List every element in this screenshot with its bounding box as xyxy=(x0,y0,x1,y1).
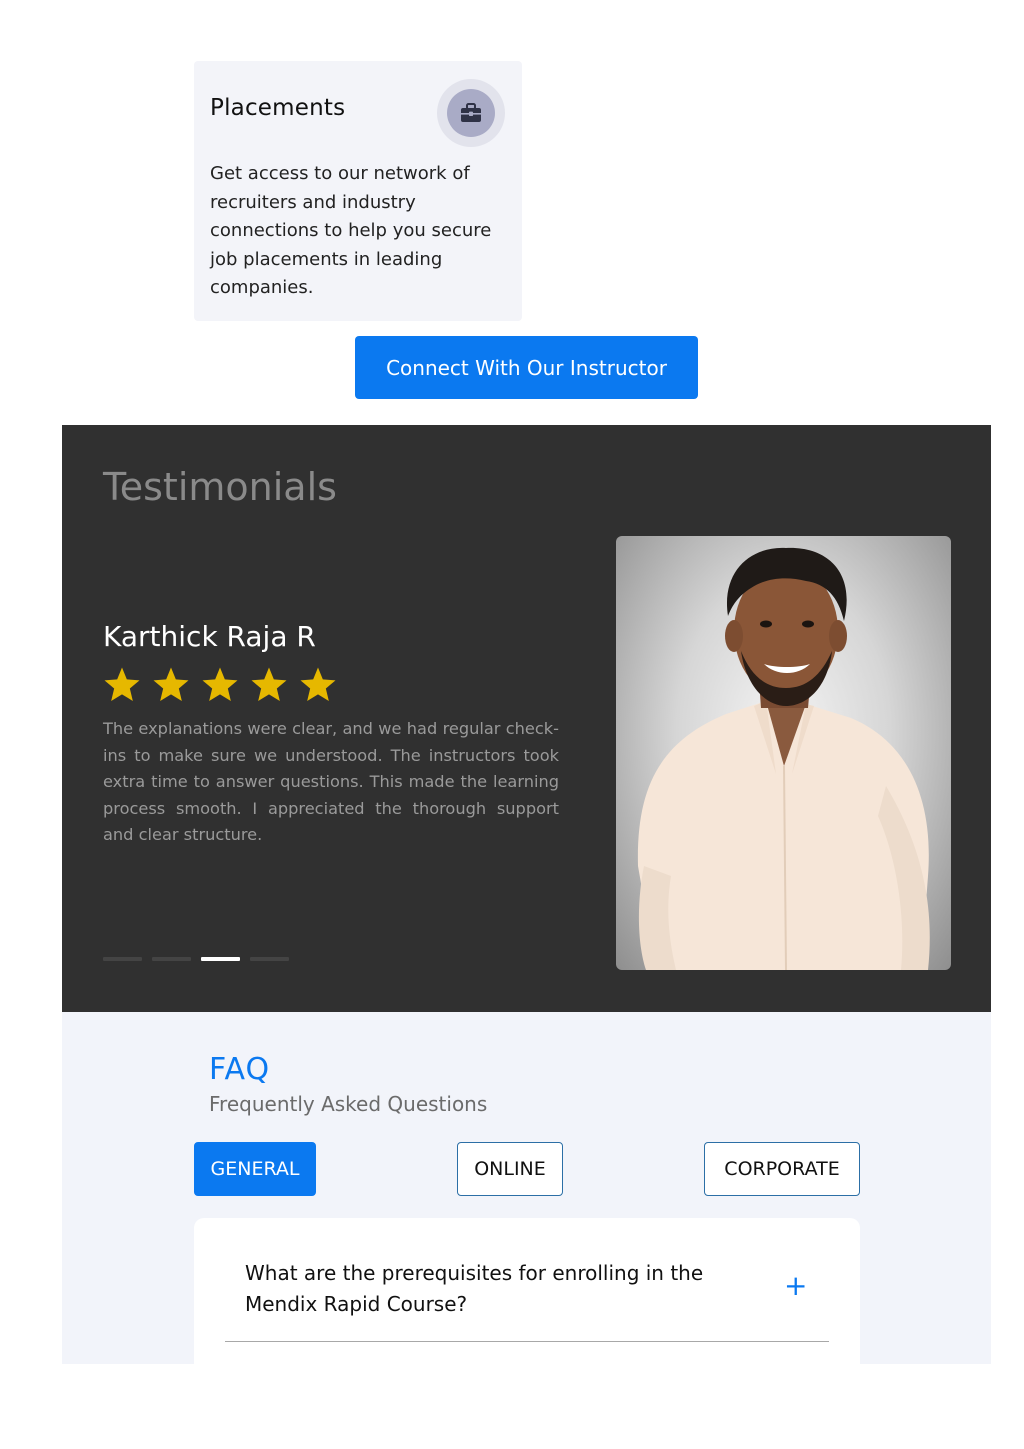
star-icon xyxy=(251,667,287,701)
star-icon xyxy=(300,667,336,701)
carousel-dot[interactable] xyxy=(250,957,289,961)
testimonials-heading: Testimonials xyxy=(103,465,337,509)
faq-subtitle: Frequently Asked Questions xyxy=(209,1092,488,1116)
reviewer-name: Karthick Raja R xyxy=(103,620,316,653)
faq-title: FAQ xyxy=(209,1052,271,1087)
tab-general[interactable]: GENERAL xyxy=(194,1142,316,1196)
faq-item[interactable]: What are the prerequisites for enrolling… xyxy=(194,1218,860,1364)
placements-title: Placements xyxy=(210,95,346,121)
briefcase-icon xyxy=(447,89,495,137)
faq-section: FAQ Frequently Asked Questions GENERAL O… xyxy=(62,1012,991,1364)
reviewer-photo xyxy=(616,536,951,970)
placements-icon-circle xyxy=(437,79,505,147)
carousel-dot[interactable] xyxy=(103,957,142,961)
faq-question[interactable]: What are the prerequisites for enrolling… xyxy=(245,1258,745,1320)
tab-corporate[interactable]: CORPORATE xyxy=(704,1142,860,1196)
star-rating xyxy=(102,665,338,709)
carousel-dot[interactable] xyxy=(152,957,191,961)
connect-instructor-button[interactable]: Connect With Our Instructor xyxy=(355,336,698,399)
carousel-indicators xyxy=(103,957,289,961)
placements-description: Get access to our network of recruiters … xyxy=(210,163,492,298)
testimonials-section: Testimonials Karthick Raja R The explana… xyxy=(62,425,991,1012)
star-icon xyxy=(153,667,189,701)
review-text: The explanations were clear, and we had … xyxy=(103,719,559,844)
star-icon xyxy=(104,667,140,701)
tab-online[interactable]: ONLINE xyxy=(457,1142,563,1196)
star-icon xyxy=(202,667,238,701)
carousel-dot[interactable] xyxy=(201,957,240,961)
expand-plus-icon[interactable]: + xyxy=(784,1272,807,1300)
placements-card: Placements Get access to our network of … xyxy=(194,61,522,321)
faq-divider xyxy=(225,1341,829,1342)
